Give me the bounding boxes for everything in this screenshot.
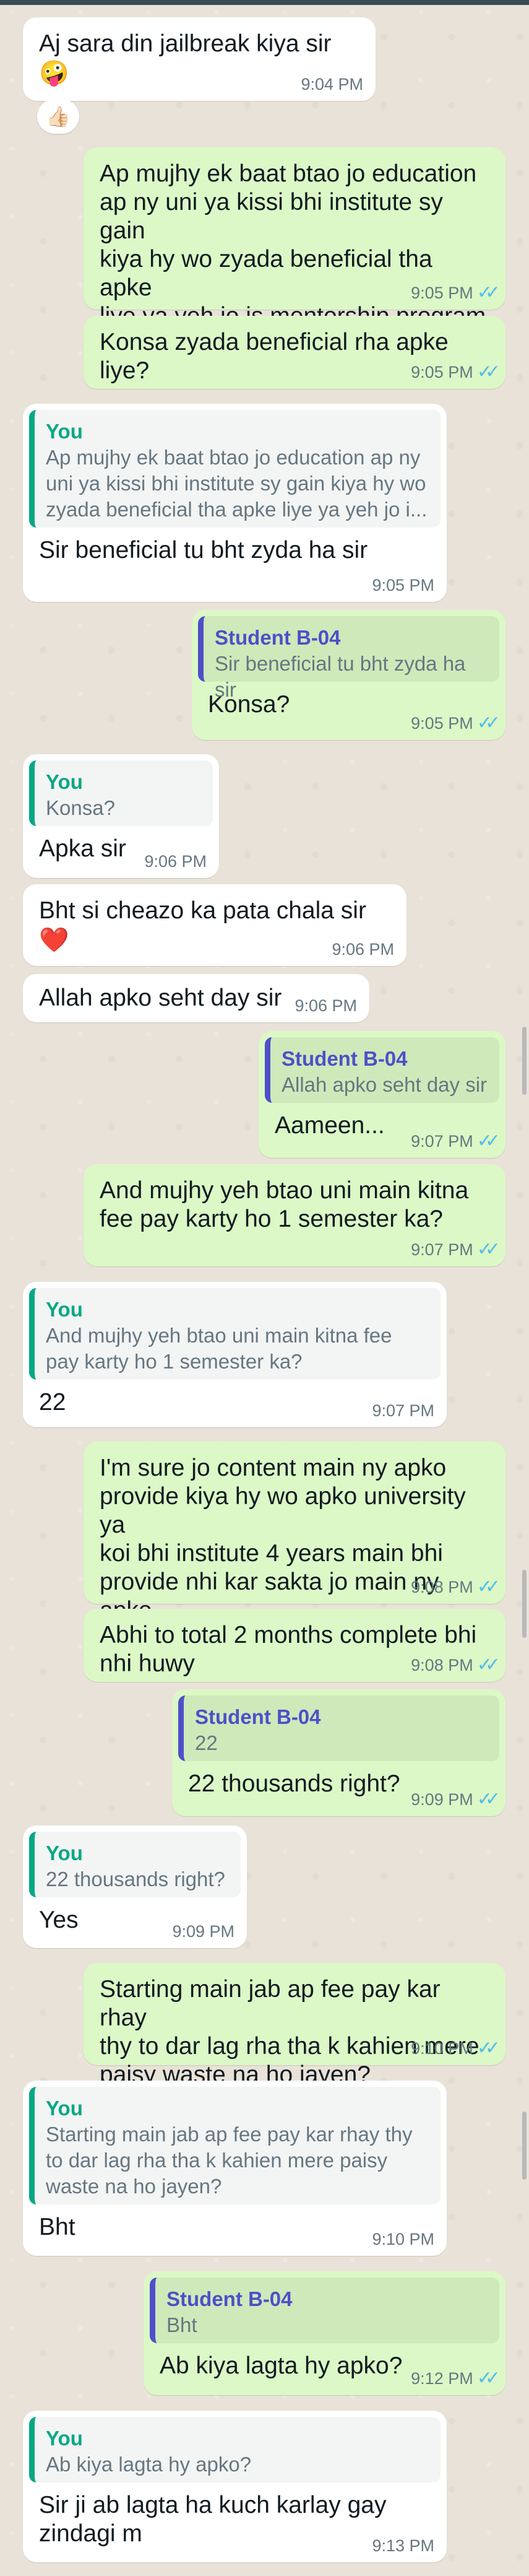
quoted-message[interactable]: Student B-04 Allah apko seht day sir [265, 1037, 499, 1103]
message-time: 9:12 PM [411, 2369, 473, 2388]
quoted-message[interactable]: Student B-04 Bht [150, 2278, 499, 2343]
quoted-message[interactable]: You Starting main jab ap fee pay kar rha… [29, 2087, 441, 2204]
message-time: 9:06 PM [295, 996, 357, 1015]
quote-text: And mujhy yeh btao uni main kitna fee pa… [46, 1324, 392, 1373]
double-check-icon: ✓✓ [476, 1131, 501, 1151]
quote-text: Bht [166, 2313, 197, 2336]
reply-message[interactable]: You And mujhy yeh btao uni main kitna fe… [23, 1282, 447, 1427]
reply-message[interactable]: Student B-04 22 22 thousands right? 9:09… [172, 1689, 505, 1816]
quote-author: You [46, 2097, 83, 2120]
thumbs-up-reaction-icon[interactable]: 👍🏻 [37, 99, 79, 134]
message-time: 9:09 PM [172, 1922, 234, 1941]
scrollbar-thumb[interactable] [522, 1027, 527, 1095]
reply-message[interactable]: You Starting main jab ap fee pay kar rha… [23, 2081, 447, 2256]
incoming-message[interactable]: Allah apko seht day sir 9:06 PM [23, 974, 369, 1022]
message-time: 9:05 PM [372, 576, 434, 594]
outgoing-message[interactable]: I'm sure jo content main ny apko provide… [84, 1442, 505, 1652]
reply-message[interactable]: You 22 thousands right? Yes 9:09 PM [23, 1825, 247, 1948]
message-text: Bht si cheazo ka pata chala sir [39, 897, 366, 924]
status-bar [0, 0, 529, 5]
message-text: And mujhy yeh btao uni main kitna fee pa… [100, 1177, 469, 1232]
message-time: 9:06 PM [144, 852, 207, 871]
message-time: 9:05 PM [411, 714, 473, 733]
red-heart-emoji-icon: ❤️ [39, 926, 69, 954]
quote-author: You [46, 1842, 83, 1865]
quote-author: You [46, 2427, 83, 2450]
quote-text: Allah apko seht day sir [282, 1073, 488, 1096]
message-time: 9:06 PM [332, 940, 394, 959]
laughing-emoji-icon: 🤪 [39, 59, 69, 87]
double-check-icon: ✓✓ [476, 362, 501, 382]
quote-text: Ap mujhy ek baat btao jo education ap ny… [46, 446, 428, 521]
message-time: 9:13 PM [372, 2536, 434, 2555]
quote-author: You [46, 420, 83, 443]
quote-author: Student B-04 [282, 1047, 408, 1070]
reply-message[interactable]: You Ab kiya lagta hy apko? Sir ji ab lag… [23, 2411, 447, 2562]
scrollbar-thumb[interactable] [522, 1570, 527, 1638]
message-time: 9:05 PM [411, 363, 473, 381]
double-check-icon: ✓✓ [476, 2038, 501, 2058]
quote-author: Student B-04 [195, 1705, 321, 1728]
quote-text: 22 [195, 1731, 218, 1754]
quote-text: Konsa? [46, 796, 115, 819]
message-time: 9:07 PM [411, 1132, 473, 1151]
reply-message[interactable]: You Konsa? Apka sir 9:06 PM [23, 754, 219, 878]
reply-message[interactable]: Student B-04 Sir beneficial tu bht zyda … [192, 610, 505, 740]
quote-text: Starting main jab ap fee pay kar rhay th… [46, 2123, 413, 2198]
double-check-icon: ✓✓ [476, 1239, 501, 1260]
message-time: 9:04 PM [301, 75, 363, 94]
message-text: Aj sara din jailbreak kiya sir [39, 30, 332, 57]
reply-message[interactable]: Student B-04 Bht Ab kiya lagta hy apko? … [144, 2271, 505, 2395]
double-check-icon: ✓✓ [476, 713, 501, 733]
quote-author: You [46, 1298, 83, 1321]
quoted-message[interactable]: Student B-04 22 [178, 1695, 499, 1761]
double-check-icon: ✓✓ [476, 1577, 501, 1597]
quote-author: Student B-04 [215, 626, 341, 649]
message-time: 9:08 PM [411, 1578, 473, 1596]
outgoing-message[interactable]: Ap mujhy ek baat btao jo education ap ny… [84, 147, 505, 358]
incoming-message[interactable]: Bht si cheazo ka pata chala sir❤️ 9:06 P… [23, 884, 406, 966]
message-time: 9:10 PM [372, 2230, 434, 2248]
quoted-message[interactable]: You Konsa? [29, 760, 213, 826]
quote-author: Student B-04 [166, 2287, 293, 2310]
reply-message[interactable]: Student B-04 Allah apko seht day sir Aam… [259, 1031, 505, 1158]
reply-message[interactable]: You Ap mujhy ek baat btao jo education a… [23, 404, 447, 602]
outgoing-message[interactable]: And mujhy yeh btao uni main kitna fee pa… [84, 1164, 505, 1266]
message-time: 9:07 PM [411, 1240, 473, 1259]
message-time: 9:05 PM [411, 284, 473, 302]
quoted-message[interactable]: You Ab kiya lagta hy apko? [29, 2417, 441, 2482]
scrollbar-thumb[interactable] [522, 2112, 527, 2180]
message-text: Starting main jab ap fee pay kar rhay th… [100, 1976, 480, 2088]
message-time: 9:08 PM [411, 1656, 473, 1674]
quoted-message[interactable]: You And mujhy yeh btao uni main kitna fe… [29, 1288, 441, 1380]
quote-text: 22 thousands right? [46, 1868, 225, 1891]
double-check-icon: ✓✓ [476, 1789, 501, 1809]
double-check-icon: ✓✓ [476, 1655, 501, 1675]
message-time: 9:09 PM [411, 1790, 473, 1809]
outgoing-message[interactable]: Starting main jab ap fee pay kar rhay th… [84, 1963, 505, 2088]
incoming-message[interactable]: Aj sara din jailbreak kiya sir 🤪 9:04 PM [23, 17, 376, 101]
message-time: 9:10 PM [411, 2039, 473, 2058]
quote-text: Sir beneficial tu bht zyda ha sir [215, 652, 466, 701]
quoted-message[interactable]: You Ap mujhy ek baat btao jo education a… [29, 410, 441, 528]
message-text: Sir beneficial tu bht zyda ha sir [39, 537, 368, 564]
quote-author: You [46, 770, 83, 793]
quoted-message[interactable]: You 22 thousands right? [29, 1832, 241, 1897]
double-check-icon: ✓✓ [476, 2368, 501, 2388]
message-time: 9:07 PM [372, 1401, 434, 1420]
quote-text: Ab kiya lagta hy apko? [46, 2453, 252, 2476]
quoted-message[interactable]: Student B-04 Sir beneficial tu bht zyda … [198, 616, 499, 701]
double-check-icon: ✓✓ [476, 282, 501, 303]
outgoing-message[interactable]: Konsa zyada beneficial rha apke liye? 9:… [84, 316, 505, 389]
outgoing-message[interactable]: Abhi to total 2 months complete bhi nhi … [84, 1609, 505, 1682]
